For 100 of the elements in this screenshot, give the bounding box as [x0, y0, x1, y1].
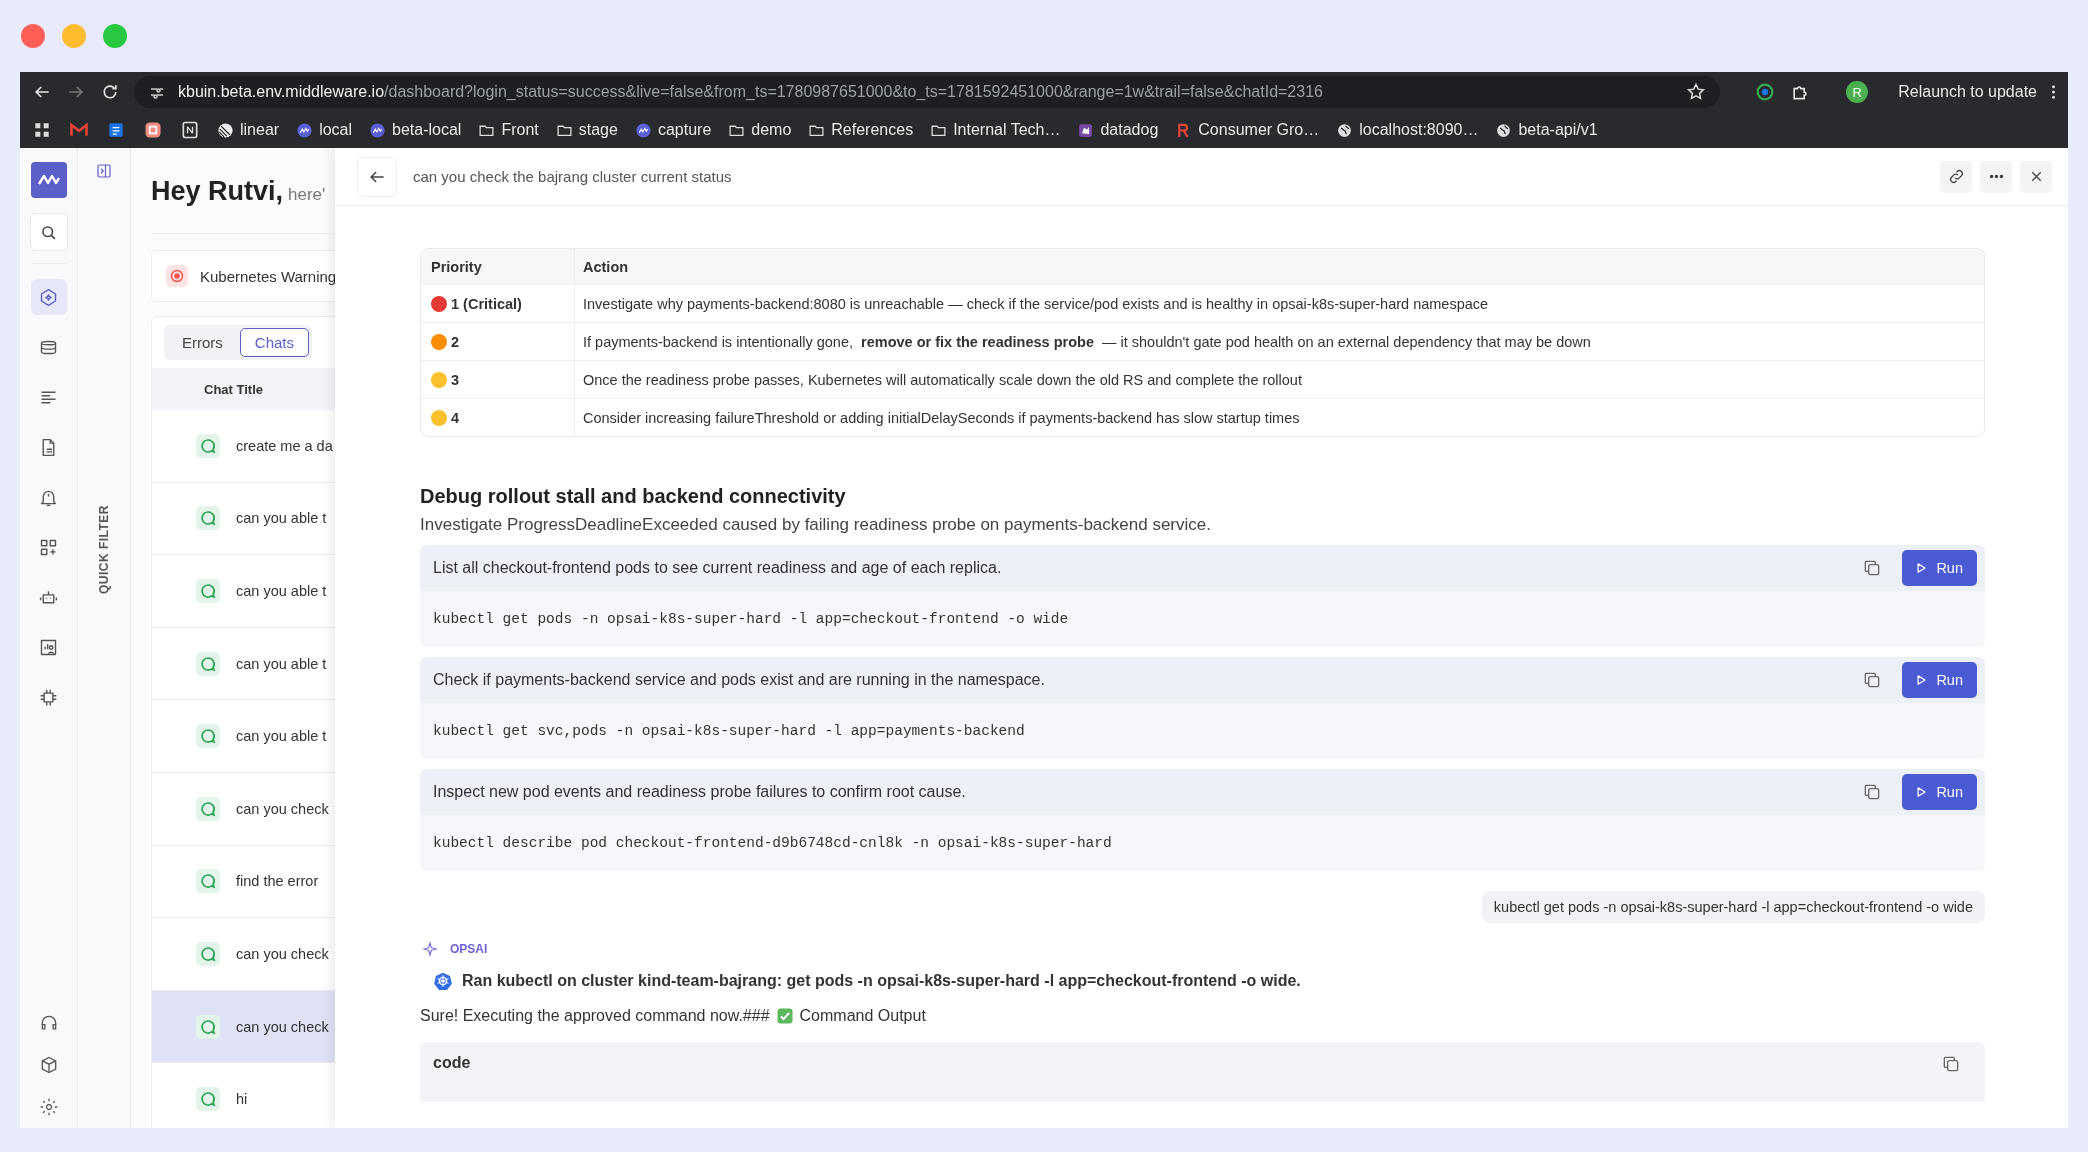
quick-filter-label[interactable]: QUICK FILTER: [97, 505, 111, 595]
url-host: kbuin.beta.env.middleware.io: [178, 83, 385, 101]
chat-icon: [196, 651, 220, 676]
run-button[interactable]: Run: [1902, 774, 1977, 810]
bookmark[interactable]: linear: [217, 121, 280, 139]
greeting: Hey Rutvi,: [151, 176, 284, 207]
priority-label: 3: [451, 371, 460, 388]
run-button[interactable]: Run: [1902, 550, 1977, 586]
alert-title: Kubernetes Warning: [200, 267, 337, 285]
bookmark[interactable]: Front: [478, 121, 539, 139]
greeting-subtitle: here': [288, 185, 326, 205]
back-button[interactable]: [357, 156, 397, 197]
star-icon[interactable]: [1686, 82, 1707, 102]
settings-icon[interactable]: [38, 1097, 59, 1117]
tab[interactable]: Chats: [239, 328, 310, 357]
section-title: Debug rollout stall and backend connectivity: [420, 485, 847, 508]
bookmark[interactable]: beta-api/v1: [1495, 121, 1598, 139]
reload-icon[interactable]: [100, 82, 120, 102]
ai-home-icon: [38, 286, 59, 308]
chat-title: can you able t: [236, 510, 327, 527]
bookmark[interactable]: References: [808, 121, 914, 139]
helm-wheel-icon: [433, 971, 453, 991]
link-button[interactable]: [1940, 160, 1972, 193]
search-button[interactable]: [29, 213, 68, 251]
bookmark[interactable]: localhost:8090…: [1336, 121, 1479, 139]
notebook-icon[interactable]: [180, 120, 200, 140]
chat-title: can you able t: [236, 728, 327, 745]
more-button[interactable]: [1980, 160, 2012, 193]
chat-title: can you check: [236, 945, 329, 962]
code-title: code: [433, 1054, 471, 1072]
chat-title: create me a da: [236, 437, 333, 454]
bookmark[interactable]: capture: [634, 121, 712, 139]
reply-heading: Command Output: [799, 1007, 926, 1025]
reply-text: Sure! Executing the approved command now.###: [420, 1007, 770, 1025]
copy-icon[interactable]: [1941, 1054, 1961, 1074]
more-icon[interactable]: [2051, 83, 2056, 101]
chat-title: can you check: [236, 1018, 329, 1035]
table-cell-text: If payments-backend is intentionally gone, remove or fix the readiness probe — it shouldn't gate pod health on an external dependency that may be down: [582, 332, 1592, 352]
run-button[interactable]: Run: [1902, 662, 1977, 698]
alert-icon: [166, 265, 188, 287]
apps-grid-icon[interactable]: [32, 120, 52, 140]
bookmark[interactable]: datadog: [1077, 121, 1159, 139]
column-header: Action: [582, 257, 630, 277]
priority-label: 1 (Critical): [451, 295, 522, 312]
chat-title: find the error: [236, 873, 319, 890]
column-header: Priority: [421, 249, 575, 284]
command-description: List all checkout-frontend pods to see current readiness and age of each replica.: [433, 559, 1003, 577]
chat-title: can you able t: [236, 583, 327, 599]
globe-icon: [1336, 121, 1354, 139]
globe-icon: [1495, 121, 1513, 139]
section-subtitle: Investigate ProgressDeadlineExceeded caused by failing readiness probe on payments-backend service.: [420, 515, 1212, 535]
chat-icon: [196, 579, 220, 603]
table-cell-text: Consider increasing failureThreshold or adding initialDelaySeconds if payments-backend has slow startup times: [582, 408, 1301, 428]
chat-icon: [196, 506, 220, 531]
dog-logo-icon: [1077, 121, 1095, 139]
chat-title: hi: [236, 1091, 248, 1108]
bookmark[interactable]: Internal Tech…: [930, 121, 1061, 139]
bookmark[interactable]: stage: [555, 121, 618, 139]
user-message: kubectl get pods -n opsai-k8s-super-hard -l app=checkout-frontend -o wide: [1481, 891, 1985, 923]
wave-logo-icon: [369, 121, 387, 139]
panel-toggle-icon[interactable]: [95, 162, 113, 180]
url-path: /dashboard?login_status=success&live=false&from_ts=1780987651000&to_ts=1781592451000&range=1w&trail=false&chatId=2316: [384, 83, 1323, 101]
check-icon: [775, 1007, 794, 1025]
table-cell-text: Once the readiness probe passes, Kubernetes will automatically scale down the old RS and complete the rollout: [582, 370, 1303, 390]
tab[interactable]: Errors: [167, 328, 238, 357]
chat-icon: [196, 1014, 220, 1039]
table-cell-text: Investigate why payments-backend:8080 is unreachable — check if the service/pod exists and is healthy in opsai-k8s-super-hard namespace: [582, 294, 1490, 314]
command-description: Inspect new pod events and readiness probe failures to confirm root cause.: [433, 783, 967, 801]
command-code: kubectl get pods -n opsai-k8s-super-hard -l app=checkout-frontend -o wide: [432, 610, 1070, 629]
command-code: kubectl get svc,pods -n opsai-k8s-super-hard -l app=payments-backend: [432, 722, 1026, 741]
ai-home-button[interactable]: [30, 279, 67, 315]
close-window-button[interactable]: [21, 24, 45, 48]
bookmark[interactable]: local: [296, 121, 353, 139]
chat-icon: [196, 869, 220, 894]
chat-icon: [196, 724, 220, 749]
close-button[interactable]: [2020, 160, 2052, 193]
priority-label: 4: [451, 409, 460, 426]
tool-call-summary: Ran kubectl on cluster kind-team-bajrang: get pods -n opsai-k8s-super-hard -l app=checkout-frontend -o wide.: [462, 972, 1301, 990]
bookmark[interactable]: Consumer Gro…: [1175, 121, 1320, 139]
striped-circle-icon: [217, 121, 234, 139]
priority-label: 2: [451, 333, 460, 350]
sparkle-icon: [422, 941, 438, 957]
relaunch-button[interactable]: Relaunch to update: [1898, 83, 2037, 101]
logo-icon[interactable]: [30, 162, 67, 198]
chat-icon: [196, 433, 220, 458]
drawer-title: can you check the bajrang cluster current status: [413, 168, 732, 185]
link-icon: [1947, 168, 1965, 185]
command-code: kubectl describe pod checkout-frontend-d9b6748cd-cnl8k -n opsai-k8s-super-hard: [432, 834, 1113, 853]
wave-logo-icon: [634, 121, 652, 139]
chat-title: can you check: [236, 800, 329, 817]
address-bar[interactable]: kbuin.beta.env.middleware.io/dashboard?login_status=success&live=false&from_ts=1780987651000&to_ts=1781592451000&range=1w&trail=false&chatId=2316: [134, 76, 1721, 108]
bookmark[interactable]: demo: [728, 121, 792, 139]
chat-icon: [196, 1087, 220, 1112]
wave-logo-icon: [296, 121, 314, 139]
command-description: Check if payments-backend service and pods exist and are running in the namespace.: [433, 671, 1046, 689]
chat-icon: [196, 941, 220, 966]
assistant-name: OPSAI: [450, 942, 488, 956]
app-icon[interactable]: [143, 120, 163, 140]
bookmark[interactable]: beta-local: [369, 121, 462, 139]
chat-title: can you able t: [236, 655, 327, 672]
